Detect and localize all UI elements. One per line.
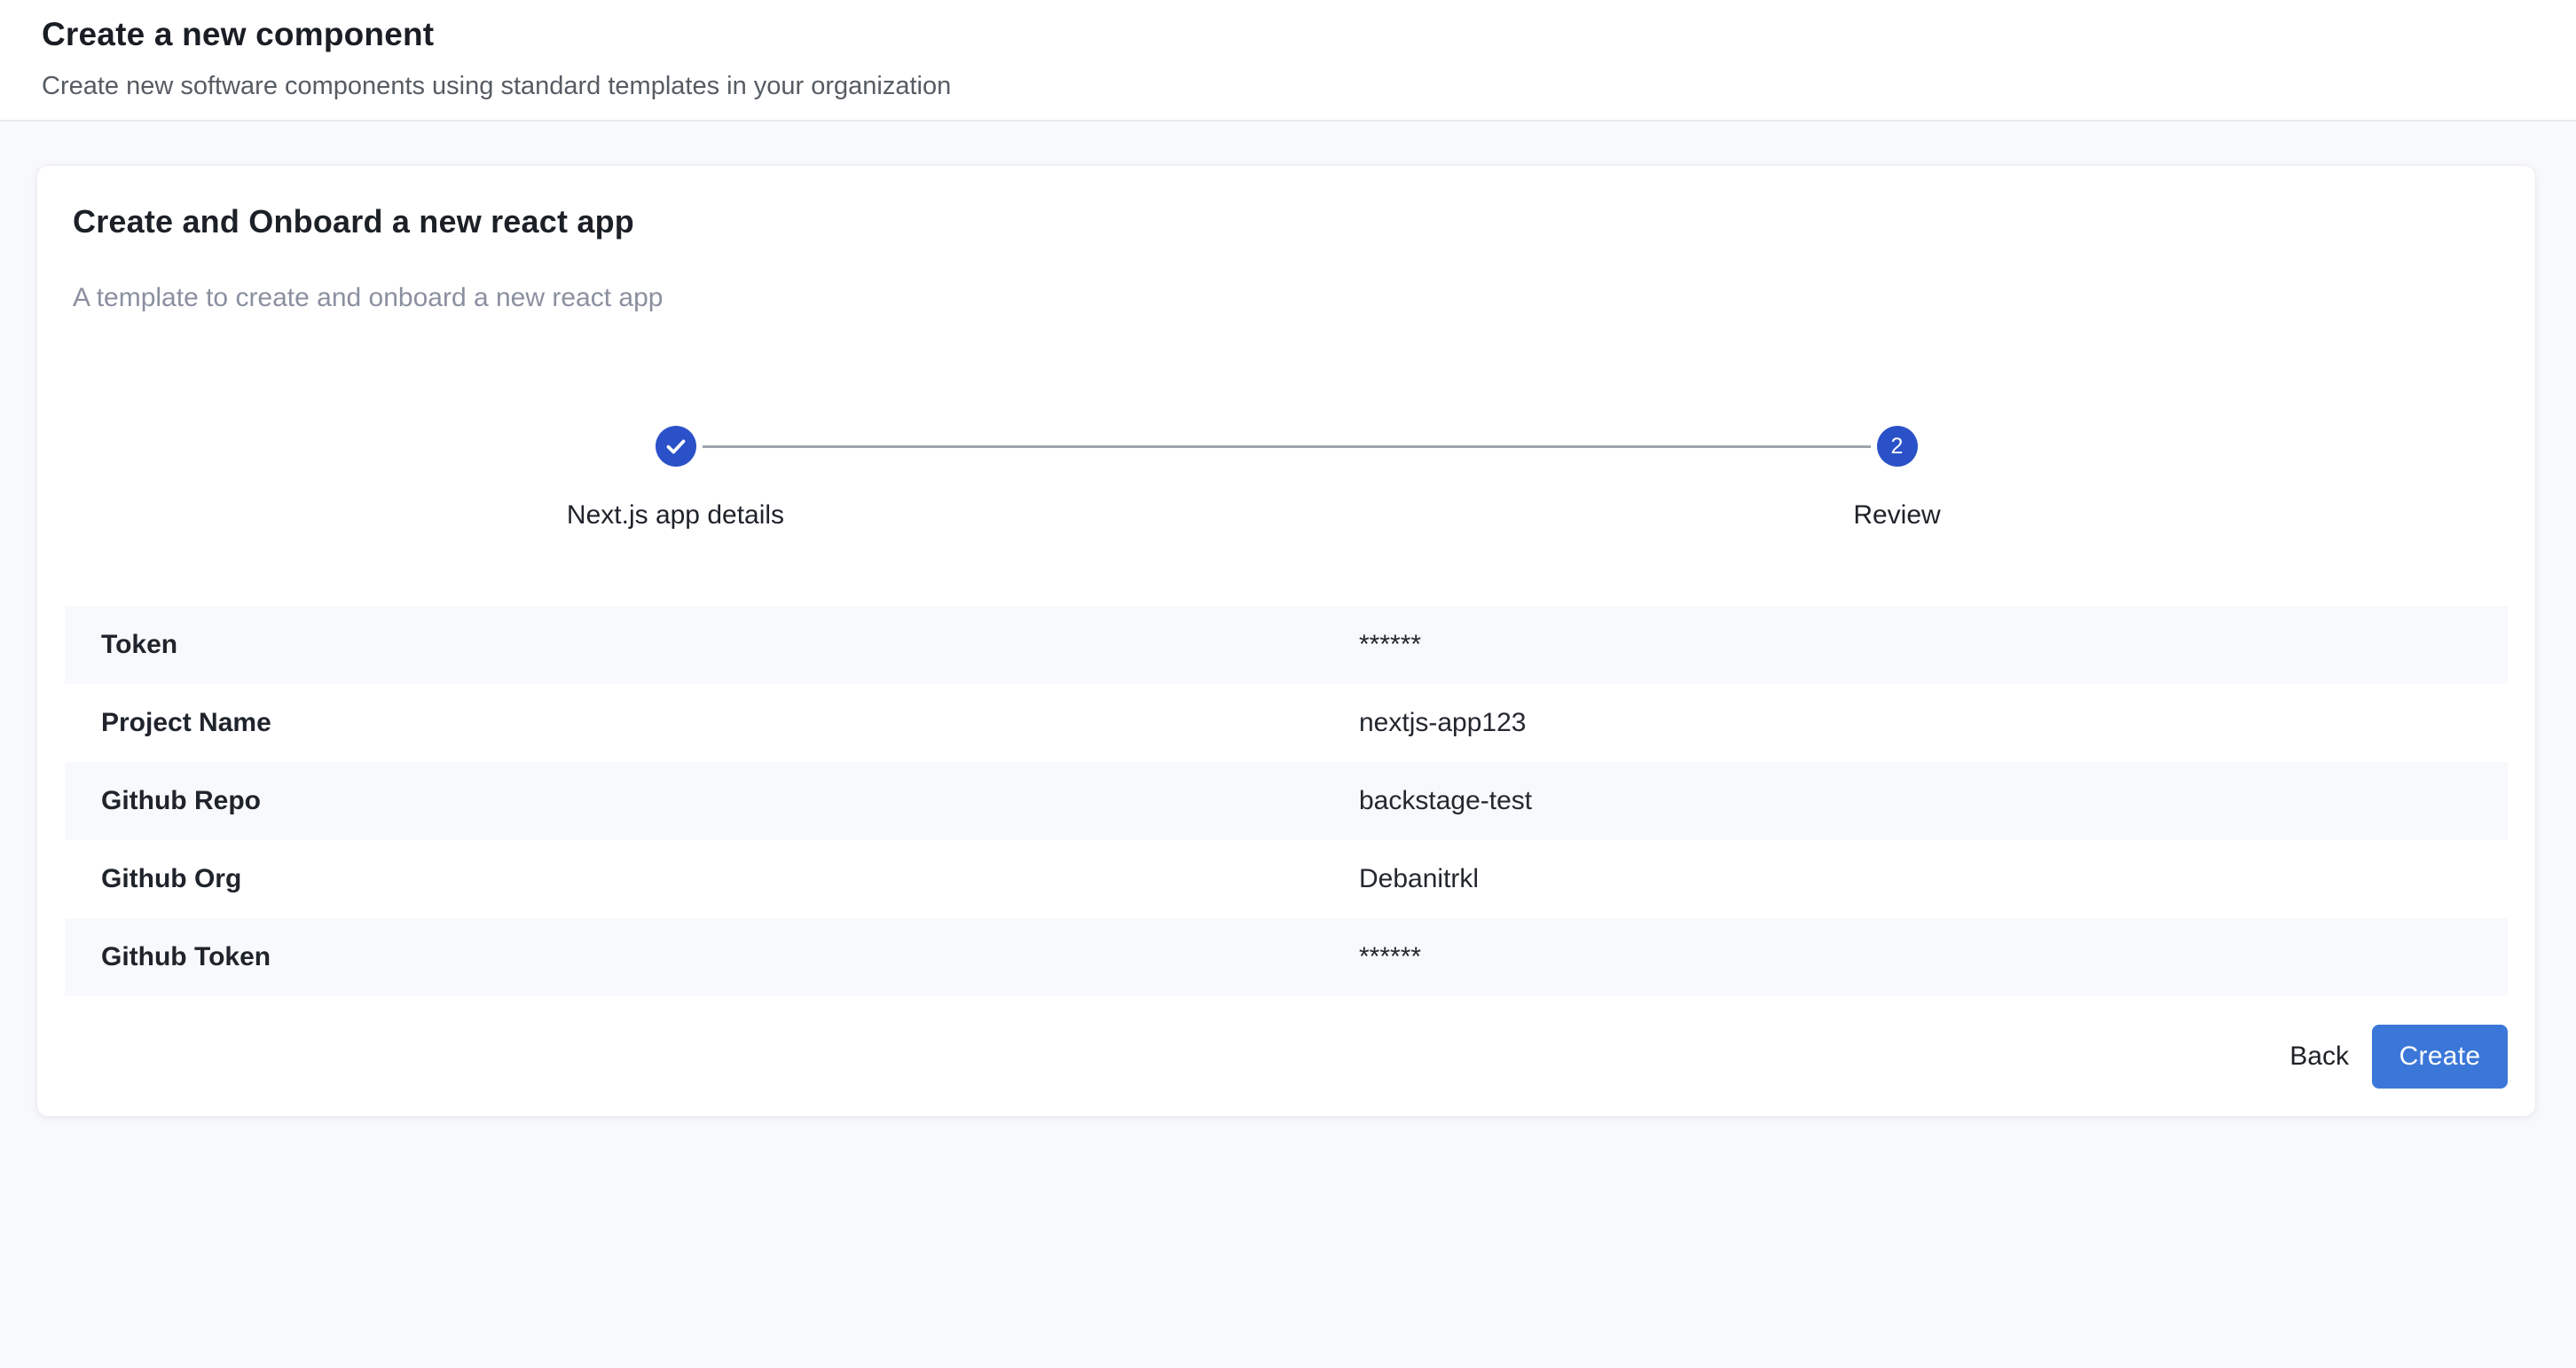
stepper: Next.js app details 2 Review	[65, 426, 2508, 531]
step-nextjs-app-details: Next.js app details	[65, 426, 1286, 531]
template-wizard-card: Create and Onboard a new react app A tem…	[37, 166, 2535, 1116]
step-review: 2 Review	[1286, 426, 2508, 531]
review-row: Github Org Debanitrkl	[65, 840, 2508, 918]
back-button[interactable]: Back	[2267, 1025, 2371, 1089]
page-title: Create a new component	[42, 14, 2576, 55]
review-row-value: nextjs-app123	[1323, 708, 1526, 738]
step-active-circle: 2	[1877, 426, 1918, 467]
step-label-nextjs-app-details: Next.js app details	[567, 499, 784, 531]
review-row-value: backstage-test	[1323, 786, 1532, 816]
review-row-label: Token	[65, 630, 1323, 660]
card-subtitle: A template to create and onboard a new r…	[73, 281, 2535, 315]
review-row-value: ******	[1323, 942, 1421, 972]
review-row-label: Github Org	[65, 864, 1323, 894]
wizard-actions: Back Create	[65, 1025, 2508, 1089]
content-area: Create and Onboard a new react app A tem…	[0, 166, 2576, 1116]
review-row: Github Repo backstage-test	[65, 762, 2508, 840]
step-completed-circle	[656, 426, 696, 467]
step-number: 2	[1891, 434, 1904, 460]
page-subtitle: Create new software components using sta…	[42, 71, 2576, 101]
review-row-label: Project Name	[65, 708, 1323, 738]
step-label-review: Review	[1853, 499, 1940, 531]
create-button[interactable]: Create	[2372, 1025, 2508, 1089]
review-row-label: Github Token	[65, 942, 1323, 972]
review-row-value: Debanitrkl	[1323, 864, 1479, 894]
app-root: Create a new component Create new softwa…	[0, 0, 2576, 1116]
check-icon	[663, 433, 689, 460]
page-header: Create a new component Create new softwa…	[0, 0, 2576, 122]
review-row: Token ******	[65, 606, 2508, 684]
review-row: Project Name nextjs-app123	[65, 684, 2508, 762]
review-row: Github Token ******	[65, 918, 2508, 996]
card-title: Create and Onboard a new react app	[73, 202, 2535, 241]
review-table: Token ****** Project Name nextjs-app123 …	[65, 606, 2508, 996]
review-row-value: ******	[1323, 630, 1421, 660]
review-row-label: Github Repo	[65, 786, 1323, 816]
